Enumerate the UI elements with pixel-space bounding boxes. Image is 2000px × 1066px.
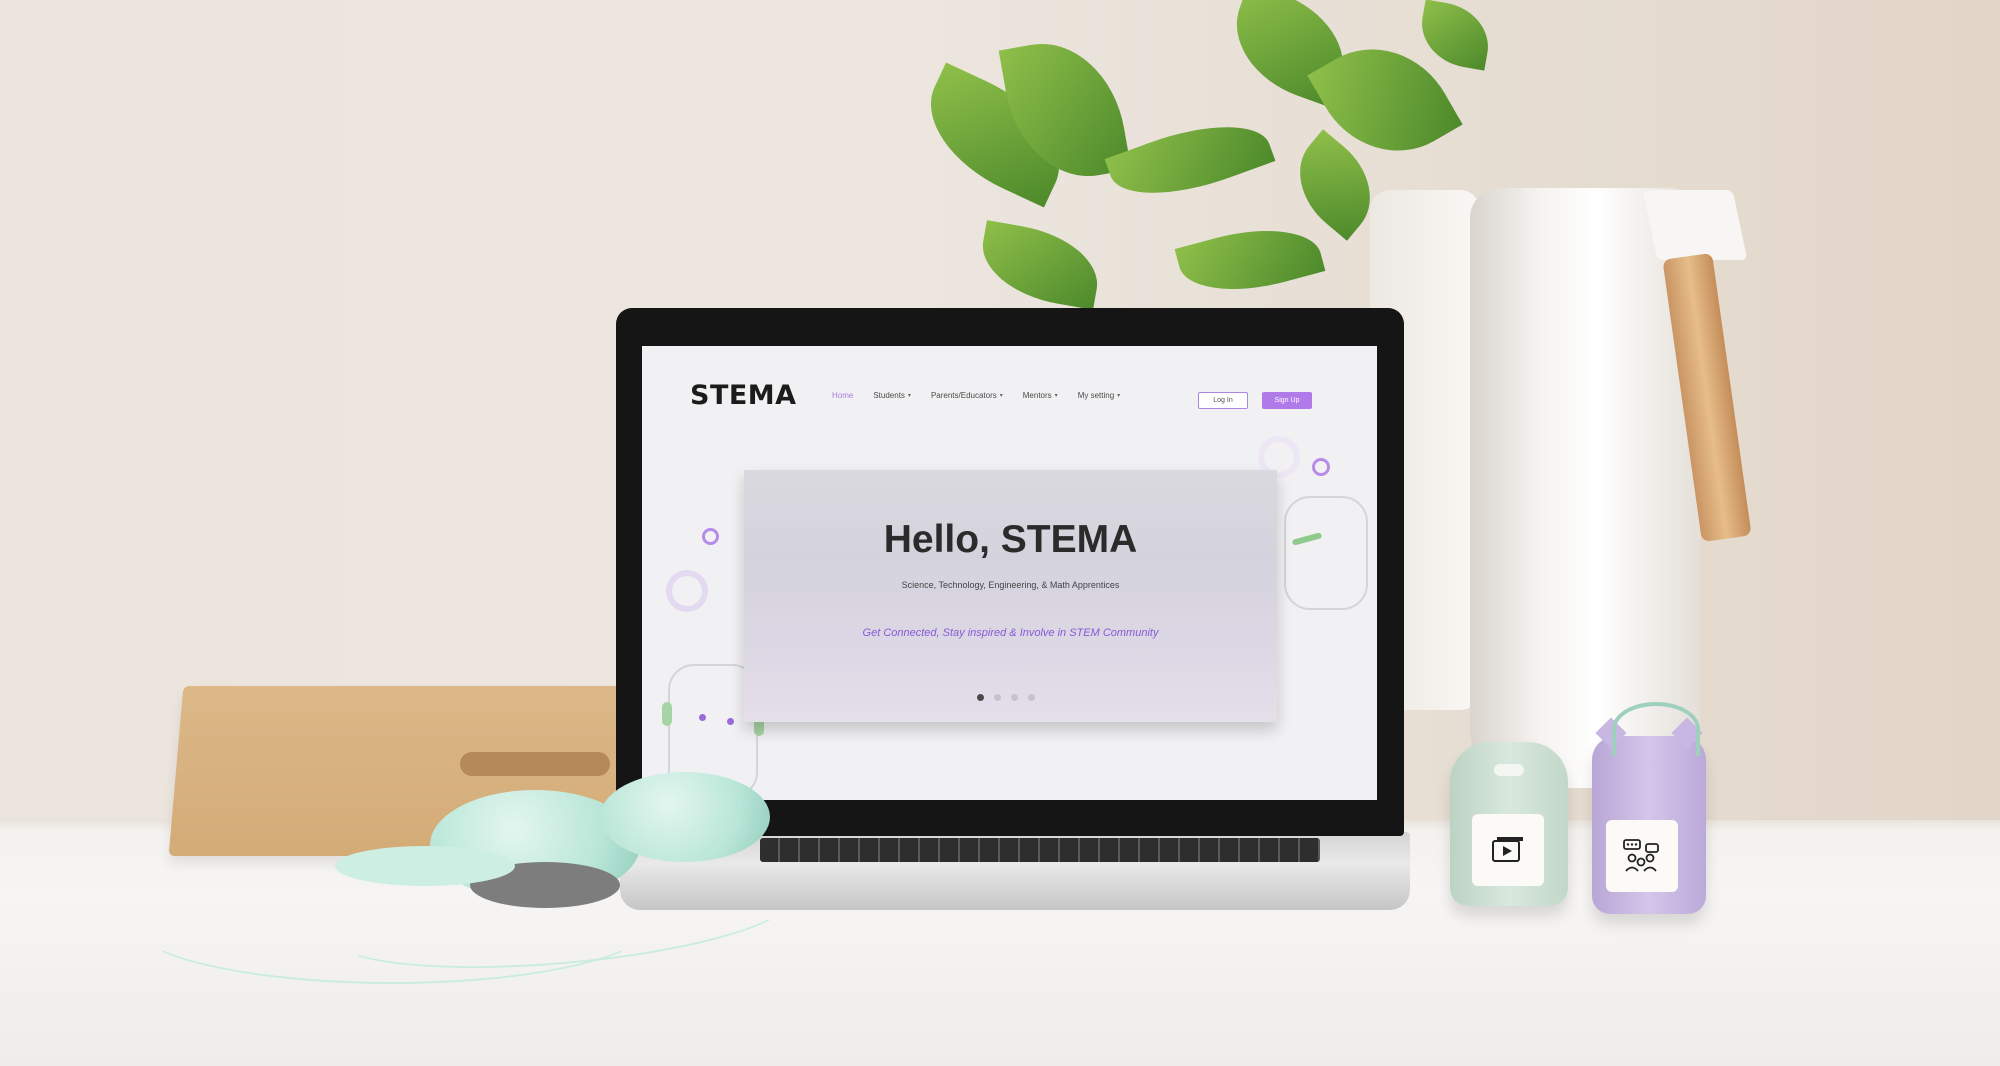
- device-strap: [1612, 702, 1700, 756]
- nav-item-home[interactable]: Home: [832, 391, 853, 400]
- device-handle: [1494, 764, 1524, 776]
- decor-ring: [666, 570, 708, 612]
- headphone-band: [335, 846, 515, 886]
- carousel-dot[interactable]: [994, 694, 1001, 701]
- carousel-dot[interactable]: [977, 694, 984, 701]
- nav-item-label: Parents/Educators: [930, 391, 997, 400]
- nav-item-label: Students: [873, 391, 905, 400]
- hero-carousel: Hello, STEMA Science, Technology, Engine…: [744, 470, 1277, 722]
- signup-button[interactable]: Sign Up: [1262, 392, 1312, 409]
- nav-item-mentors[interactable]: Mentors ▾: [1023, 391, 1058, 400]
- decor-ring: [702, 528, 719, 545]
- nav-item-parents-educators[interactable]: Parents/Educators ▾: [931, 391, 1003, 400]
- nav-item-label: Home: [832, 391, 854, 400]
- headphone-earcup: [600, 772, 770, 862]
- carousel-dot[interactable]: [1011, 694, 1018, 701]
- chevron-down-icon: ▾: [1117, 393, 1121, 399]
- hero-tagline: Get Connected, Stay inspired & Involve i…: [862, 627, 1159, 639]
- chevron-down-icon: ▾: [907, 393, 911, 399]
- carousel-dots: [977, 694, 1035, 701]
- group-chat-icon: [1623, 839, 1659, 872]
- nav-item-my-setting[interactable]: My setting ▾: [1078, 391, 1120, 400]
- device-screen: [1606, 820, 1678, 892]
- carousel-dot[interactable]: [1028, 694, 1035, 701]
- hero-subtitle: Science, Technology, Engineering, & Math…: [901, 580, 1120, 590]
- decor-ring: [1312, 458, 1330, 476]
- nav-item-students[interactable]: Students ▾: [873, 391, 911, 400]
- hero-title: Hello, STEMA: [883, 518, 1138, 561]
- login-button[interactable]: Log In: [1198, 392, 1248, 409]
- robot-eye: [727, 718, 734, 725]
- chevron-down-icon: ▾: [999, 393, 1003, 399]
- laptop-keyboard: [760, 838, 1320, 862]
- robot-ear: [662, 702, 672, 726]
- video-play-icon: [1492, 837, 1523, 862]
- mint-robot-device: [1450, 742, 1568, 906]
- nav-item-label: My setting: [1077, 391, 1115, 400]
- site-logo[interactable]: STEMA: [690, 380, 797, 411]
- workspace-photo: STEMA Home Students ▾ Parents/Educators …: [0, 0, 2000, 1066]
- cork-slot: [460, 752, 610, 776]
- chevron-down-icon: ▾: [1054, 393, 1058, 399]
- device-screen: [1472, 814, 1544, 886]
- robot-eye: [699, 714, 706, 721]
- nav-item-label: Mentors: [1022, 391, 1052, 400]
- lavender-robot-device: [1592, 702, 1706, 914]
- robot-mascot-outline: [1284, 496, 1368, 610]
- main-nav: Home Students ▾ Parents/Educators ▾ Ment…: [832, 391, 1120, 400]
- laptop-screen: STEMA Home Students ▾ Parents/Educators …: [642, 346, 1377, 800]
- vase-handle-bracket: [1642, 190, 1748, 260]
